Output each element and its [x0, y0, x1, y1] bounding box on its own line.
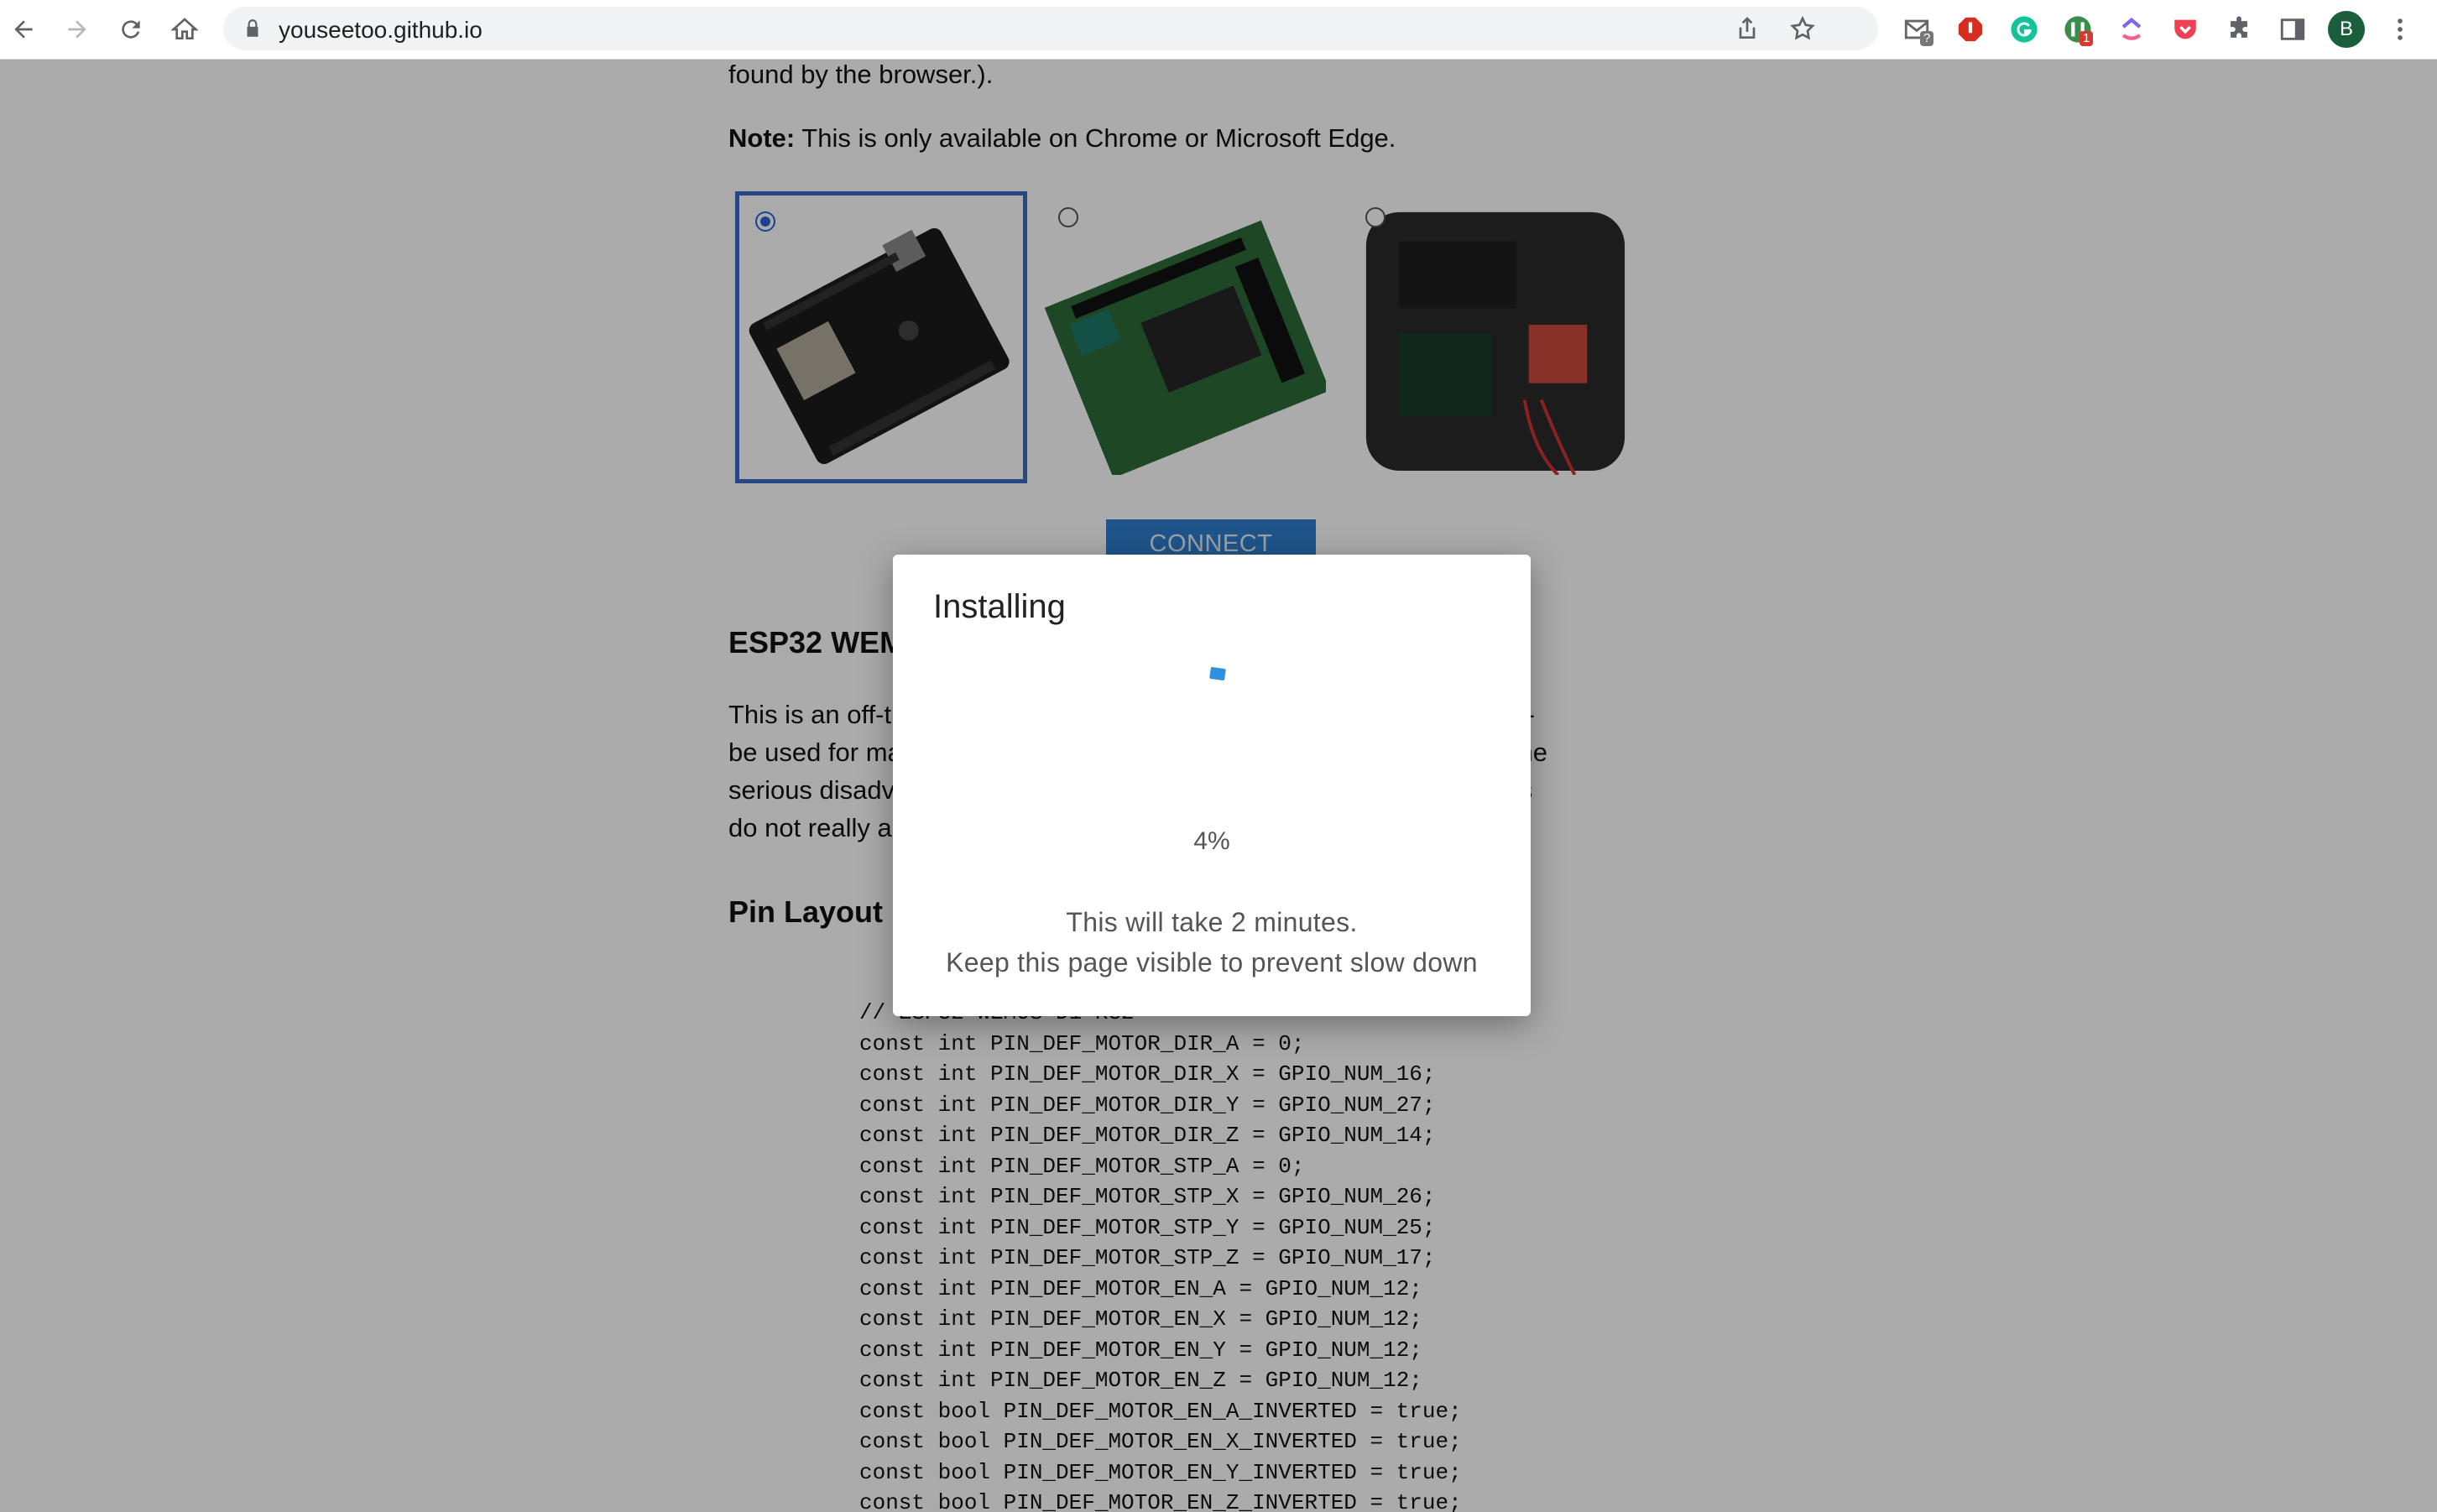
adblock-extension[interactable] [1955, 14, 1986, 44]
forward-button[interactable] [62, 14, 92, 44]
clickup-extension[interactable] [2116, 14, 2147, 44]
home-icon [171, 18, 198, 39]
grammarly-extension[interactable] [2009, 14, 2039, 44]
browser-toolbar: youseetoo.github.io ? 1 B [0, 0, 2437, 60]
grammarly-icon [2011, 16, 2038, 43]
progress-percentage: 4% [1193, 827, 1230, 855]
clickup-icon [2121, 17, 2142, 40]
green-extension[interactable]: 1 [2063, 14, 2094, 46]
pocket-extension[interactable] [2170, 14, 2200, 44]
visibility-message: Keep this page visible to prevent slow d… [946, 947, 1478, 978]
forward-arrow-icon [68, 20, 86, 39]
duration-message: This will take 2 minutes. [1066, 907, 1358, 937]
reload-button[interactable] [116, 14, 146, 44]
extensions-button[interactable] [2224, 14, 2254, 44]
bookmark-star-icon[interactable] [1789, 15, 1816, 42]
puzzle-icon [2231, 16, 2247, 38]
back-button[interactable] [8, 14, 39, 44]
browser-menu-button[interactable] [2385, 14, 2415, 44]
adblock-icon [1958, 17, 1983, 42]
gmail-badge: ? [1920, 31, 1934, 46]
url-text: youseetoo.github.io [279, 17, 483, 43]
back-arrow-icon [14, 20, 33, 39]
address-bar[interactable]: youseetoo.github.io [223, 7, 1878, 50]
progress-spinner [1209, 666, 1226, 681]
share-icon[interactable] [1734, 15, 1761, 42]
lock-icon [247, 19, 258, 37]
home-button[interactable] [170, 14, 200, 44]
reload-icon [122, 20, 140, 39]
profile-avatar[interactable]: B [2328, 11, 2365, 48]
more-vertical-icon [2398, 18, 2403, 40]
sidepanel-icon [2280, 18, 2305, 40]
pocket-icon [2174, 19, 2196, 39]
side-panel-button[interactable] [2278, 14, 2308, 44]
install-dialog: Installing 4% This will take 2 minutes. … [893, 555, 1531, 1016]
dialog-title: Installing [933, 588, 1066, 625]
gmail-extension[interactable]: ? [1902, 14, 1934, 46]
green-ext-badge: 1 [2080, 31, 2094, 46]
